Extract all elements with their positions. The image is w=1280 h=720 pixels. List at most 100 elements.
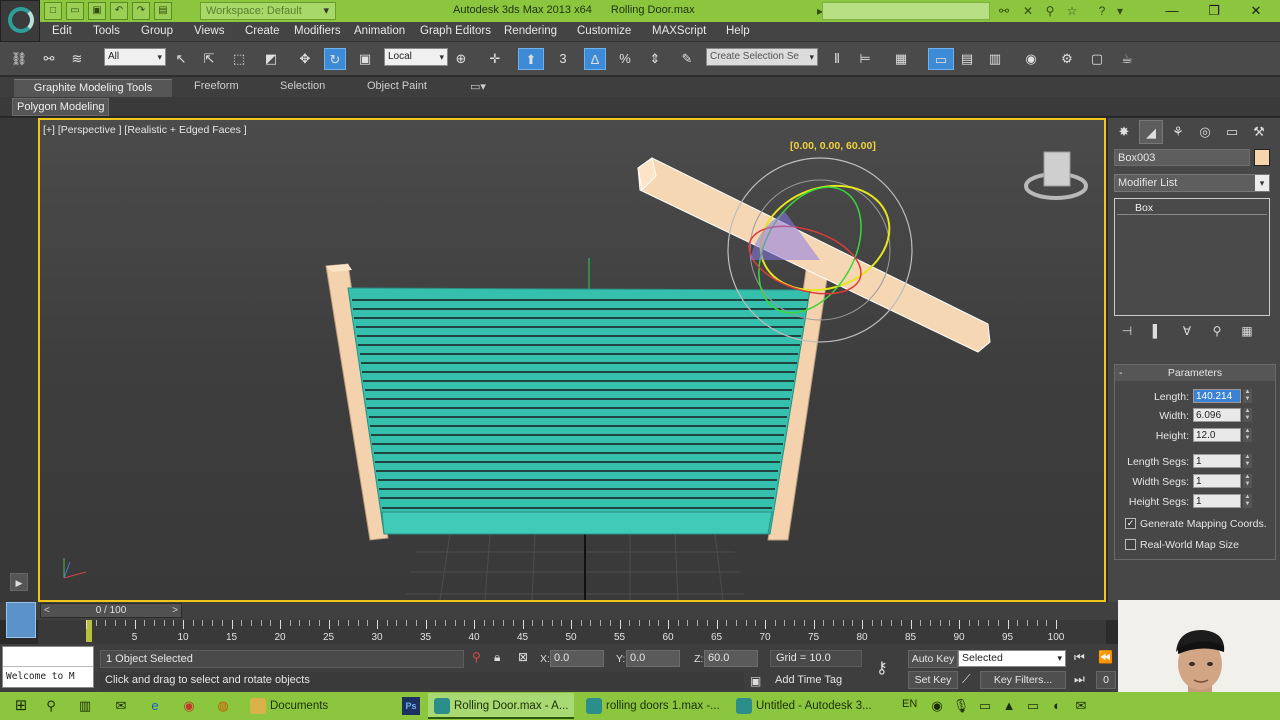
length-segs-field[interactable]: 1 (1193, 454, 1241, 468)
pivot-center-icon[interactable]: ⊕ (450, 48, 472, 70)
polygon-modeling-button[interactable]: Polygon Modeling (12, 98, 110, 116)
menu-help[interactable]: Help (726, 25, 750, 37)
isolate-selection-icon[interactable]: ⚲ (472, 650, 481, 664)
user-icon[interactable]: ⚲ (1042, 3, 1058, 19)
set-key-button[interactable]: Set Key (908, 671, 958, 689)
auto-key-button[interactable]: Auto Key (908, 650, 958, 668)
stack-item-box[interactable]: Box (1117, 201, 1267, 215)
width-segs-field[interactable]: 1 (1193, 474, 1241, 488)
snaps-toggle-icon[interactable]: 3 (552, 48, 574, 70)
menu-rendering[interactable]: Rendering (504, 25, 557, 37)
store-icon[interactable]: ▥ (76, 697, 94, 715)
menu-maxscript[interactable]: MAXScript (652, 25, 706, 37)
select-by-name-icon[interactable]: ⇱ (198, 48, 220, 70)
tab-freeform[interactable]: Freeform (194, 80, 239, 92)
chevron-down-icon[interactable]: ▾ (1112, 3, 1128, 19)
pin-stack-icon[interactable]: ⊣ (1116, 322, 1138, 340)
reference-coordinate-dropdown[interactable]: Local ▾ (384, 48, 448, 66)
add-time-tag-button[interactable]: Add Time Tag (770, 672, 862, 690)
go-to-start-icon[interactable]: ⏮ (1074, 650, 1085, 665)
create-tab-icon[interactable]: ✸ (1112, 120, 1136, 144)
key-filters-button[interactable]: Key Filters... (980, 671, 1066, 689)
width-spinner[interactable]: ▲ ▼ (1243, 408, 1252, 422)
rectangular-selection-icon[interactable]: ⬚ (228, 48, 250, 70)
angle-snap-icon[interactable]: ∆ (584, 48, 606, 70)
spinner-snap-icon[interactable]: ⇕ (644, 48, 666, 70)
render-production-icon[interactable]: ☕ (1116, 48, 1138, 70)
windows-start-icon[interactable]: ⊞ (12, 697, 30, 715)
key-icon[interactable]: ⚷ (876, 658, 888, 678)
minimize-icon[interactable]: — (1150, 0, 1194, 22)
redo-icon[interactable]: ↷ (132, 2, 150, 20)
select-and-link-icon[interactable]: ⛓ (8, 48, 30, 70)
taskbar-app-rolling-doors-1[interactable]: rolling doors 1.max -... (580, 693, 726, 719)
lock-selection-icon[interactable]: 🔒︎ (494, 650, 500, 665)
next-frame-icon[interactable]: > (169, 604, 181, 617)
viewcube[interactable] (1024, 151, 1088, 200)
hierarchy-tab-icon[interactable]: ⚘ (1166, 120, 1190, 144)
undo-icon[interactable]: ↶ (110, 2, 128, 20)
current-frame-field[interactable]: 0 (1096, 671, 1116, 689)
motion-tab-icon[interactable]: ◎ (1193, 120, 1217, 144)
time-tag-icon[interactable]: ▣ (750, 674, 761, 688)
show-end-result-icon[interactable]: ▌ (1146, 322, 1168, 340)
binoculars-icon[interactable]: ⚯ (996, 3, 1012, 19)
perspective-viewport[interactable]: [+] [Perspective ] [Realistic + Edged Fa… (38, 118, 1106, 602)
keyboard-shortcut-override-icon[interactable]: ⬆ (518, 48, 544, 70)
key-mode-dropdown[interactable]: Selected ▾ (958, 650, 1066, 667)
align-icon[interactable]: ⊨ (854, 48, 876, 70)
expand-panel-icon[interactable]: ▶ (10, 573, 28, 591)
bind-space-warp-icon[interactable]: ≋ (66, 48, 88, 70)
select-and-scale-icon[interactable]: ▣ (354, 48, 376, 70)
y-coordinate-field[interactable]: 0.0 (626, 650, 680, 667)
microphone-icon[interactable]: 🎙︎ (952, 697, 970, 715)
generate-mapping-checkbox[interactable]: ✓ Generate Mapping Coords. (1125, 518, 1280, 532)
graphite-toggle-icon[interactable]: ▭ (928, 48, 954, 70)
mini-curve-editor-icon[interactable] (6, 602, 36, 638)
scene-canvas[interactable] (40, 120, 1104, 600)
window-crossing-icon[interactable]: ◩ (260, 48, 282, 70)
tools-icon[interactable]: ✕ (1020, 3, 1036, 19)
firefox-icon[interactable]: ◍ (214, 697, 232, 715)
menu-views[interactable]: Views (194, 25, 224, 37)
real-world-map-checkbox[interactable]: Real-World Map Size (1125, 539, 1280, 553)
taskbar-app-untitled[interactable]: Untitled - Autodesk 3... (730, 693, 878, 719)
unlink-icon[interactable]: ⚯ (38, 48, 60, 70)
named-selection-dropdown[interactable]: Create Selection Se ▾ (706, 48, 818, 66)
configure-modifier-sets-icon[interactable]: ▦ (1236, 322, 1258, 340)
remove-modifier-icon[interactable]: ⚲ (1206, 322, 1228, 340)
height-segs-field[interactable]: 1 (1193, 494, 1241, 508)
mirror-icon[interactable]: ⫴ (826, 48, 848, 70)
chrome-icon[interactable]: ◉ (180, 697, 198, 715)
prev-frame-icon[interactable]: < (41, 604, 53, 617)
recording-app-icon[interactable]: ◉ (928, 697, 946, 715)
object-color-swatch[interactable] (1254, 149, 1270, 166)
height-spinner[interactable]: ▲ ▼ (1243, 428, 1252, 442)
app-logo-button[interactable] (0, 0, 40, 42)
tray-icon[interactable]: ▲ (1000, 697, 1018, 715)
height-field[interactable]: 12.0 (1193, 428, 1241, 442)
selection-filter-dropdown[interactable]: All ▾ (104, 48, 166, 66)
menu-graph-editors[interactable]: Graph Editors (420, 25, 491, 37)
make-unique-icon[interactable]: ∀ (1176, 322, 1198, 340)
menu-tools[interactable]: Tools (93, 25, 120, 37)
maxscript-listener[interactable]: Welcome to M (2, 646, 94, 688)
tab-selection[interactable]: Selection (280, 80, 325, 92)
width-field[interactable]: 6.096 (1193, 408, 1241, 422)
rendered-frame-icon[interactable]: ▢ (1086, 48, 1108, 70)
mail-icon[interactable]: ✉ (112, 697, 130, 715)
volume-icon[interactable]: ◐ (1048, 697, 1066, 715)
search-icon[interactable]: ⚲ (42, 697, 60, 715)
menu-create[interactable]: Create (245, 25, 280, 37)
workspace-dropdown[interactable]: Workspace: Default ▾ (200, 2, 336, 20)
previous-key-icon[interactable]: ⏪ (1098, 650, 1113, 664)
track-bar[interactable]: 5 10 15 20 25 30 35 40 45 50 55 60 65 70 75 80 85 90 95 100 (38, 620, 1106, 644)
menu-customize[interactable]: Customize (577, 25, 631, 37)
network-icon[interactable]: ▭ (976, 697, 994, 715)
select-object-icon[interactable]: ↖ (170, 48, 192, 70)
parameters-rollout-header[interactable]: - Parameters (1115, 365, 1275, 381)
modify-tab-icon[interactable]: ◢ (1139, 120, 1163, 144)
object-name-field[interactable]: Box003 (1114, 149, 1250, 166)
menu-group[interactable]: Group (141, 25, 173, 37)
ribbon-options-icon[interactable]: ▭▾ (470, 80, 486, 93)
